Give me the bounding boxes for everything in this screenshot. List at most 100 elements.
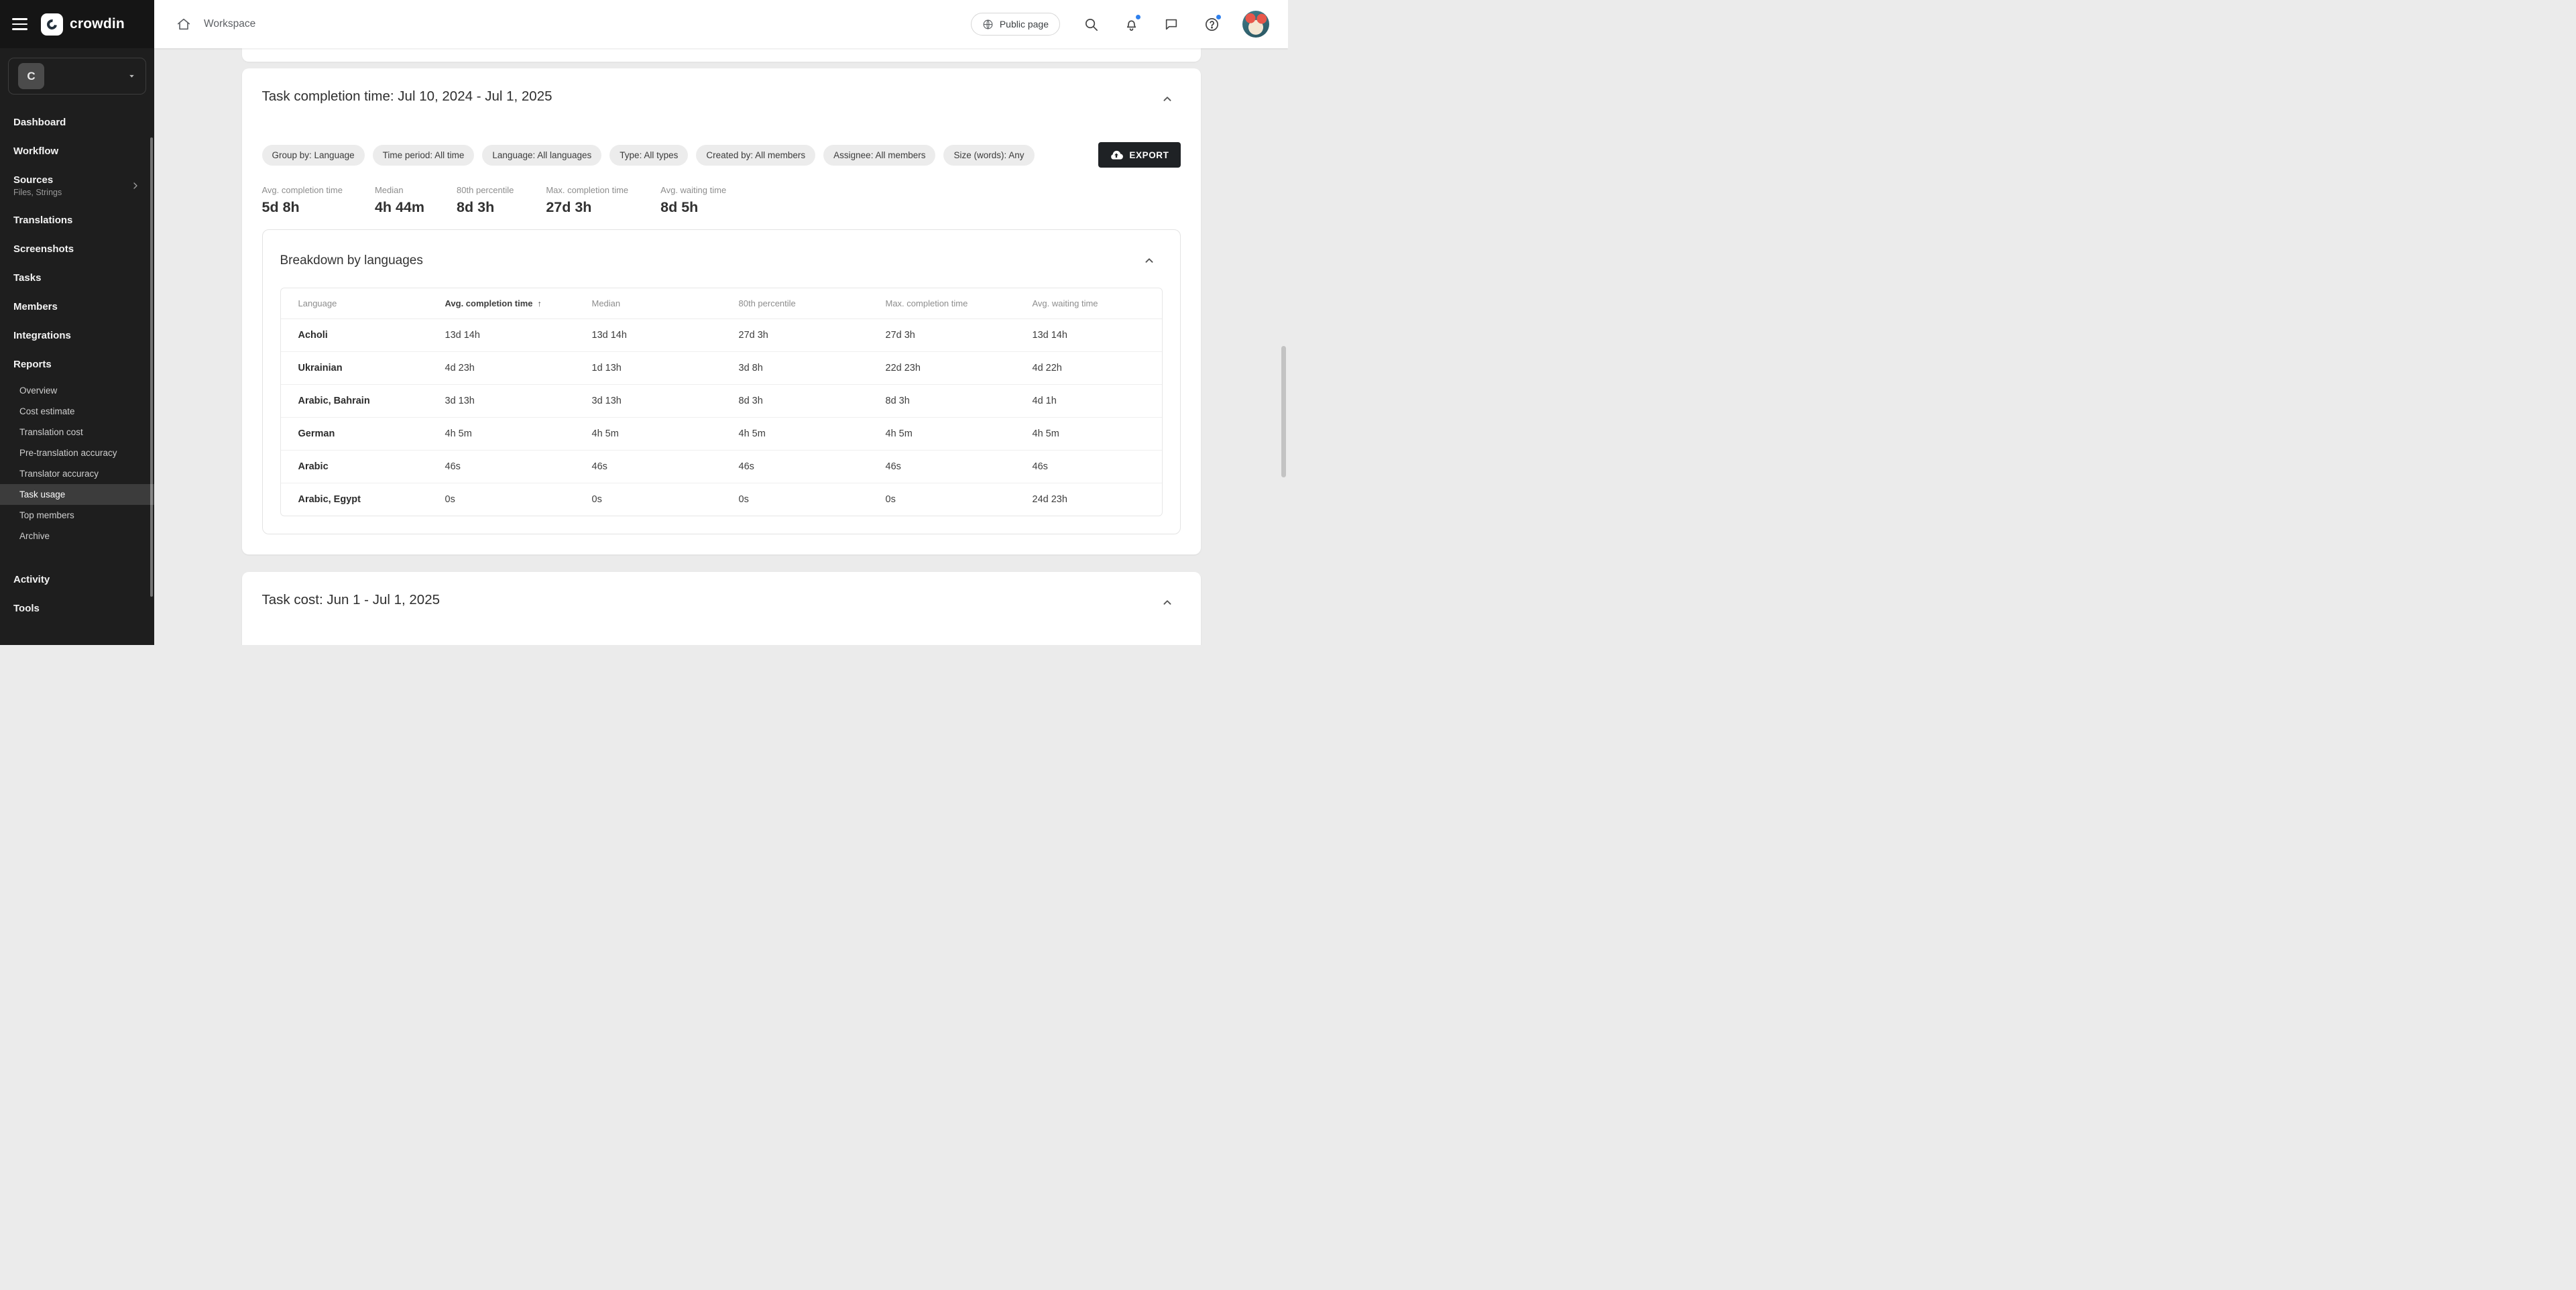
crowdin-logo[interactable]: crowdin [41,13,125,36]
value-cell: 0s [868,483,1015,516]
sidebar-item-members[interactable]: Members [0,292,154,321]
sidebar-item-label: Screenshots [13,243,74,255]
page-scrollbar[interactable] [1281,346,1286,477]
value-cell: 13d 14h [1015,319,1162,352]
value-cell: 3d 8h [721,352,868,385]
table-row: Arabic 46s 46s 46s 46s 46s [281,451,1162,483]
help-icon[interactable] [1202,15,1221,34]
collapse-card-button[interactable] [1154,86,1181,113]
main-content: Task completion time: Jul 10, 2024 - Jul… [154,48,1288,645]
stat-value: 4h 44m [375,199,424,216]
sidebar-item-reports[interactable]: Reports [0,350,154,379]
sidebar-item-tools[interactable]: Tools [0,594,154,623]
chevron-up-icon [1142,253,1157,268]
sidebar-scrollbar[interactable] [150,137,153,597]
filter-chip-time-period[interactable]: Time period: All time [373,145,475,166]
sidebar-item-translations[interactable]: Translations [0,206,154,235]
task-cost-card: Task cost: Jun 1 - Jul 1, 2025 Group by:… [242,572,1201,645]
app-window: crowdin C Dashboard Workflow Sources Fil… [0,0,1288,645]
hamburger-menu-icon[interactable] [12,18,27,30]
filter-chip-group-by[interactable]: Group by: Language [262,145,365,166]
language-cell: Arabic, Egypt [281,483,428,516]
stat-label: Avg. waiting time [660,185,726,195]
project-selector[interactable]: C [8,58,146,95]
sidebar-item-integrations[interactable]: Integrations [0,321,154,350]
breadcrumb-workspace[interactable]: Workspace [204,18,255,30]
sidebar-header: crowdin [0,0,154,48]
messages-icon[interactable] [1162,15,1181,34]
sidebar-item-label: Reports [13,359,52,370]
value-cell: 3d 13h [428,385,575,418]
sidebar-item-screenshots[interactable]: Screenshots [0,235,154,263]
task-completion-filters: Group by: Language Time period: All time… [262,142,1181,168]
column-header-avg-waiting-time[interactable]: Avg. waiting time [1015,288,1162,319]
value-cell: 4d 22h [1015,352,1162,385]
filter-chip-assignee[interactable]: Assignee: All members [823,145,935,166]
filter-chip-type[interactable]: Type: All types [609,145,688,166]
sidebar-item-subtitle: Files, Strings [13,188,62,197]
value-cell: 4d 1h [1015,385,1162,418]
sidebar-item-tasks[interactable]: Tasks [0,263,154,292]
sidebar-item-translator-accuracy[interactable]: Translator accuracy [0,463,154,484]
public-page-label: Public page [1000,19,1049,30]
filter-chip-created-by[interactable]: Created by: All members [696,145,815,166]
value-cell: 27d 3h [721,319,868,352]
sidebar-item-dashboard[interactable]: Dashboard [0,108,154,137]
value-cell: 27d 3h [868,319,1015,352]
user-avatar[interactable] [1242,11,1269,38]
value-cell: 4h 5m [1015,418,1162,451]
collapse-card-button[interactable] [1154,589,1181,616]
value-cell: 0s [575,483,721,516]
sidebar-item-translation-cost[interactable]: Translation cost [0,422,154,443]
sidebar-item-task-usage[interactable]: Task usage [0,484,154,505]
home-icon[interactable] [174,15,193,34]
column-header-80th-percentile[interactable]: 80th percentile [721,288,868,319]
sidebar-item-label: Tools [13,603,40,614]
collapse-breakdown-button[interactable] [1136,247,1163,274]
table-row: Ukrainian 4d 23h 1d 13h 3d 8h 22d 23h 4d… [281,352,1162,385]
topbar: Workspace Public page [154,0,1288,48]
sidebar-item-archive[interactable]: Archive [0,526,154,546]
export-button[interactable]: EXPORT [1098,142,1180,168]
sidebar-item-activity[interactable]: Activity [0,565,154,594]
sidebar-item-sources[interactable]: Sources Files, Strings [0,166,154,206]
column-header-max-completion-time[interactable]: Max. completion time [868,288,1015,319]
value-cell: 3d 13h [575,385,721,418]
filter-chip-size-words[interactable]: Size (words): Any [943,145,1034,166]
language-cell: German [281,418,428,451]
task-cost-title: Task cost: Jun 1 - Jul 1, 2025 [262,589,441,608]
value-cell: 4h 5m [868,418,1015,451]
value-cell: 22d 23h [868,352,1015,385]
stat-value: 5d 8h [262,199,343,216]
stat-median: Median 4h 44m [375,185,424,216]
sidebar-item-label: Activity [13,574,50,585]
stat-max-completion-time: Max. completion time 27d 3h [546,185,628,216]
stat-label: Avg. completion time [262,185,343,195]
topbar-actions: Public page [971,11,1269,38]
value-cell: 46s [1015,451,1162,483]
search-icon[interactable] [1081,15,1100,34]
cloud-export-icon [1110,148,1123,162]
column-header-median[interactable]: Median [575,288,721,319]
value-cell: 4h 5m [721,418,868,451]
value-cell: 8d 3h [721,385,868,418]
reports-subnav: Overview Cost estimate Translation cost … [0,379,154,550]
previous-card-bottom [242,48,1201,62]
chevron-up-icon [1160,595,1175,610]
table-row: Arabic, Bahrain 3d 13h 3d 13h 8d 3h 8d 3… [281,385,1162,418]
filter-chip-language[interactable]: Language: All languages [482,145,601,166]
sidebar-item-reports-overview[interactable]: Overview [0,380,154,401]
languages-table: Language Avg. completion time↑ Median 80… [280,288,1163,516]
sidebar-item-top-members[interactable]: Top members [0,505,154,526]
stat-avg-waiting-time: Avg. waiting time 8d 5h [660,185,726,216]
project-avatar: C [18,63,44,89]
public-page-button[interactable]: Public page [971,13,1060,36]
notifications-bell-icon[interactable] [1122,15,1140,34]
column-header-avg-completion-time[interactable]: Avg. completion time↑ [428,288,575,319]
column-header-language[interactable]: Language [281,288,428,319]
sidebar-item-cost-estimate[interactable]: Cost estimate [0,401,154,422]
sidebar-item-workflow[interactable]: Workflow [0,137,154,166]
sidebar-item-pre-translation-accuracy[interactable]: Pre-translation accuracy [0,443,154,463]
stat-label: 80th percentile [457,185,514,195]
value-cell: 46s [868,451,1015,483]
